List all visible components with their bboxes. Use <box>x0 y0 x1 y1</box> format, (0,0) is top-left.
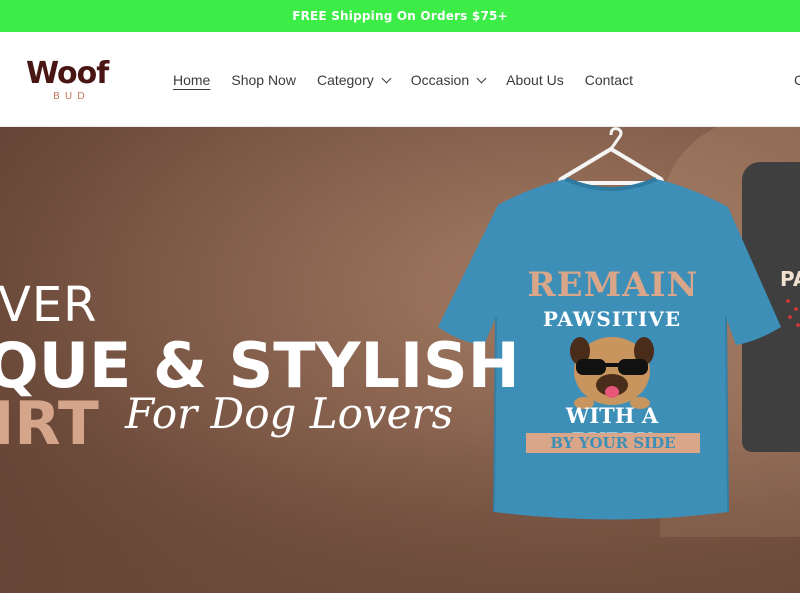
announcement-bar: FREE Shipping On Orders $75+ <box>0 0 800 32</box>
announcement-text: FREE Shipping On Orders $75+ <box>292 9 508 23</box>
brand-logo-name: Woof <box>26 56 109 91</box>
nav-item-label: Shop Now <box>231 72 296 88</box>
tshirt-text-pawsitive: PAWSITIVE <box>542 307 682 331</box>
header-edge-item[interactable]: C <box>794 72 800 88</box>
nav-item-category[interactable]: Category <box>316 72 392 88</box>
nav-item-label: About Us <box>506 72 564 88</box>
hero-banner[interactable]: PA REMAIN PAWSITIVE WITH A PUPPY BY YOUR… <box>0 127 800 593</box>
nav-item-label: Contact <box>584 72 633 88</box>
hero-heading-line-3: IRT <box>0 389 99 459</box>
second-shirt-graphic <box>786 299 800 327</box>
site-header: Woof BUD Home Shop Now Category Occasion… <box>0 32 800 127</box>
chevron-down-icon <box>476 73 487 83</box>
hero-script-tagline: For Dog Lovers <box>125 389 454 438</box>
nav-item-label: Occasion <box>410 72 470 88</box>
nav-item-contact[interactable]: Contact <box>585 72 633 88</box>
nav-item-label: Home <box>173 72 211 88</box>
page-bottom-strip <box>0 593 800 600</box>
main-nav: Home Shop Now Category Occasion About Us… <box>173 72 654 88</box>
nav-item-home[interactable]: Home <box>173 72 210 88</box>
nav-item-shop-now[interactable]: Shop Now <box>231 72 296 88</box>
brand-logo[interactable]: Woof BUD <box>26 56 126 106</box>
tshirt-text-by-your-side: BY YOUR SIDE <box>526 433 700 453</box>
pug-icon <box>570 337 654 409</box>
hero-heading-line-1: VER <box>0 277 98 333</box>
nav-item-label: Category <box>316 72 374 88</box>
tshirt-text-remain: REMAIN <box>527 265 699 305</box>
nav-item-occasion[interactable]: Occasion <box>410 72 487 88</box>
nav-item-about-us[interactable]: About Us <box>506 72 564 88</box>
brand-logo-sub: BUD <box>53 91 90 102</box>
chevron-down-icon <box>381 73 392 83</box>
